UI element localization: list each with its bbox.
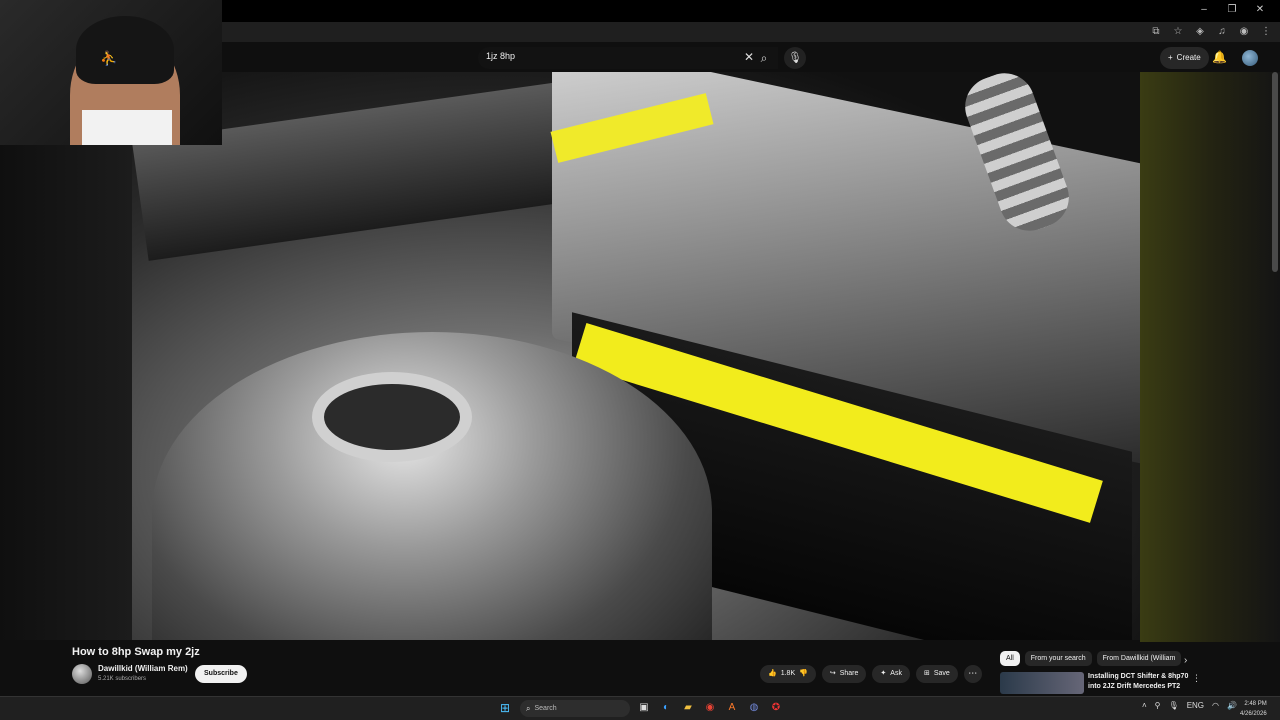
- video-player[interactable]: [132, 72, 1140, 640]
- ask-label: Ask: [890, 670, 902, 677]
- recommendation-menu-icon[interactable]: ⋮: [1192, 673, 1201, 684]
- mic-icon[interactable]: 🎙: [784, 47, 806, 69]
- clock[interactable]: 2:48 PM 4/26/2026: [1240, 699, 1267, 719]
- create-button[interactable]: + Create: [1160, 47, 1209, 69]
- taskbar-apps: ▣ ◐ ▰ ◉ A ◍ ✪: [636, 700, 784, 716]
- wifi-icon[interactable]: ◠: [1212, 701, 1219, 710]
- share-icon: ↪: [829, 670, 836, 677]
- plus-icon: +: [1168, 53, 1173, 62]
- search-icon: ⌕: [526, 703, 531, 713]
- task-view-icon[interactable]: ▣: [636, 700, 652, 716]
- toolbar-icons: ⧉ ☆ ◈ ♫ ◉ ⋮: [1148, 24, 1274, 40]
- network-icon[interactable]: ⚲: [1155, 701, 1161, 710]
- channel-name[interactable]: Dawillkid (William Rem): [98, 664, 188, 673]
- window-controls: – ❐ ✕: [1192, 2, 1272, 18]
- avatar[interactable]: [1242, 50, 1258, 66]
- edge-icon[interactable]: ◐: [658, 700, 674, 716]
- taskbar: ⊞ ⌕ Search ▣ ◐ ▰ ◉ A ◍ ✪ ˄ ⚲ 🎙 ENG ◠ 🔊 2…: [0, 696, 1280, 720]
- clock-date: 4/26/2026: [1240, 711, 1267, 717]
- chevron-right-icon[interactable]: ›: [1184, 655, 1187, 666]
- microphone-icon[interactable]: 🎙: [1169, 701, 1179, 710]
- profile-icon[interactable]: ◉: [1236, 24, 1252, 40]
- bookmark-icon: ⊞: [923, 670, 930, 677]
- share-label: Share: [839, 670, 859, 677]
- close-window-icon[interactable]: ✕: [1248, 2, 1272, 18]
- save-label: Save: [933, 670, 950, 677]
- video-actions: 👍 1.8K 👎 ↪ Share ✦ Ask ⊞ Save ⋯: [760, 665, 982, 683]
- app-a-icon[interactable]: A: [724, 700, 740, 716]
- search-icon[interactable]: ⌕: [750, 47, 778, 69]
- chrome-icon[interactable]: ◉: [702, 700, 718, 716]
- share-button[interactable]: ↪ Share: [821, 665, 867, 683]
- ask-button[interactable]: ✦ Ask: [872, 665, 910, 683]
- search-query: 1jz 8hp: [486, 51, 516, 61]
- thumbs-up-icon: 👍: [768, 670, 777, 677]
- search-input[interactable]: 1jz 8hp ✕: [478, 47, 778, 69]
- cast-icon[interactable]: ⧉: [1148, 24, 1164, 40]
- sparkle-icon: ✦: [880, 670, 887, 677]
- browser-menu-icon[interactable]: ⋮: [1258, 24, 1274, 40]
- minimize-icon[interactable]: –: [1192, 2, 1216, 18]
- recommendation-thumbnail[interactable]: [1000, 672, 1084, 694]
- webcam-shirt: [82, 110, 172, 145]
- chip-from-your-search[interactable]: From your search: [1024, 651, 1092, 666]
- subscriber-count: 5.21K subscribers: [98, 676, 147, 682]
- system-tray: ˄ ⚲ 🎙 ENG ◠ 🔊: [1142, 701, 1237, 710]
- jumpman-logo-icon: ⛹: [100, 50, 118, 66]
- like-count: 1.8K: [780, 670, 796, 677]
- volume-icon[interactable]: 🔊: [1227, 701, 1237, 710]
- recommendation-chips: All From your search From Dawillkid (Wil…: [1000, 651, 1182, 666]
- discord-icon[interactable]: ◍: [746, 700, 762, 716]
- webcam-overlay: ⛹: [0, 0, 222, 145]
- webcam-hat: [76, 16, 174, 84]
- video-title: How to 8hp Swap my 2jz: [72, 646, 200, 658]
- extensions-icon[interactable]: ◈: [1192, 24, 1208, 40]
- ambient-glow-right: [1140, 72, 1280, 642]
- chip-from-channel[interactable]: From Dawillkid (William: [1096, 651, 1182, 666]
- recommendation-title-continued[interactable]: into 2JZ Drift Mercedes PT2: [1088, 683, 1180, 690]
- bell-icon[interactable]: 🔔: [1212, 50, 1227, 64]
- page-scrollbar[interactable]: [1272, 72, 1278, 272]
- chevron-up-icon[interactable]: ˄: [1142, 701, 1147, 710]
- taskbar-search[interactable]: ⌕ Search: [520, 700, 630, 717]
- maximize-icon[interactable]: ❐: [1220, 2, 1244, 18]
- file-explorer-icon[interactable]: ▰: [680, 700, 696, 716]
- channel-avatar[interactable]: [72, 664, 92, 684]
- app-red-icon[interactable]: ✪: [768, 700, 784, 716]
- thumbs-down-icon[interactable]: 👎: [799, 665, 808, 683]
- subscribe-button[interactable]: Subscribe: [195, 665, 247, 683]
- clock-time: 2:48 PM: [1244, 701, 1267, 707]
- media-icon[interactable]: ♫: [1214, 24, 1230, 40]
- language-indicator[interactable]: ENG: [1187, 701, 1204, 710]
- save-button[interactable]: ⊞ Save: [915, 665, 958, 683]
- bookmark-star-icon[interactable]: ☆: [1170, 24, 1186, 40]
- ambient-glow-left: [0, 145, 132, 640]
- windows-start-icon[interactable]: ⊞: [500, 701, 514, 715]
- create-label: Create: [1176, 53, 1201, 62]
- more-actions-icon[interactable]: ⋯: [963, 665, 982, 683]
- chip-all[interactable]: All: [1000, 651, 1020, 666]
- taskbar-search-placeholder: Search: [534, 705, 557, 712]
- like-button[interactable]: 👍 1.8K 👎: [760, 665, 816, 683]
- video-bell-opening: [312, 372, 472, 462]
- recommendation-title[interactable]: Installing DCT Shifter & 8hp70: [1088, 673, 1188, 680]
